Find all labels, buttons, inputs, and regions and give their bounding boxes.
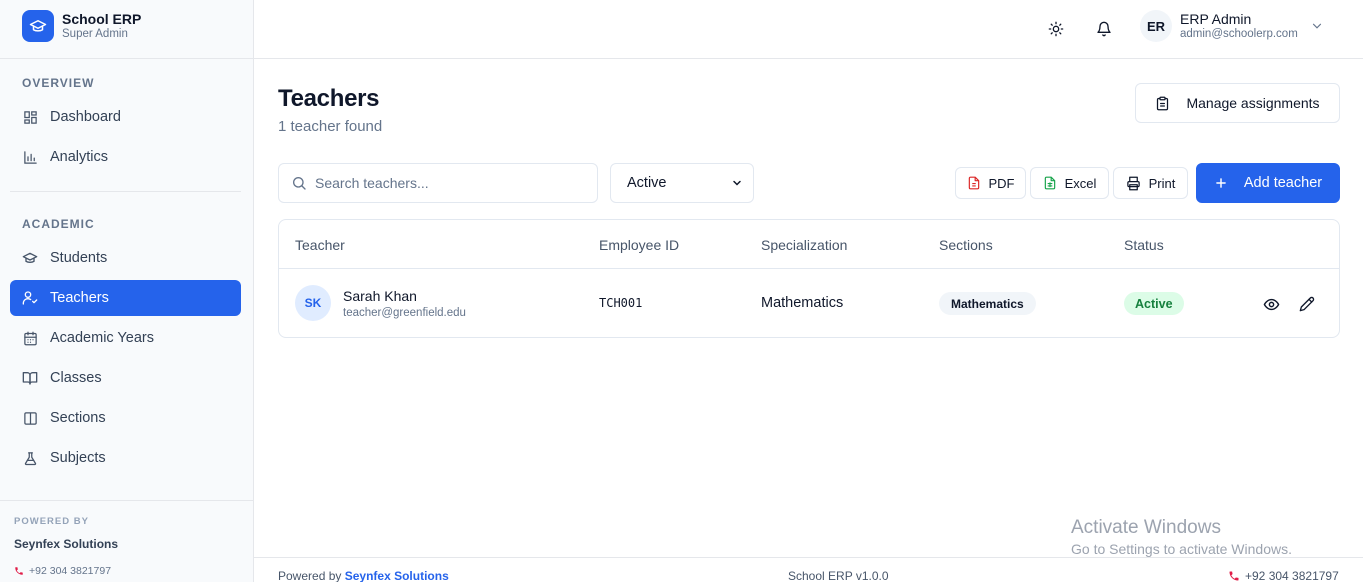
- section-label-overview: OVERVIEW: [22, 76, 95, 90]
- page-subtitle: 1 teacher found: [278, 118, 383, 135]
- user-name: ERP Admin: [1180, 10, 1252, 27]
- footer-company-link[interactable]: Seynfex Solutions: [345, 569, 449, 582]
- export-pdf-button[interactable]: PDF: [955, 167, 1026, 199]
- brand-subtitle: Super Admin: [62, 27, 128, 40]
- page-title: Teachers: [278, 85, 380, 112]
- columns-icon: [22, 410, 38, 426]
- column-header-employee-id[interactable]: Employee ID: [599, 237, 679, 253]
- user-menu[interactable]: ER ERP Admin admin@schoolerp.com: [1140, 10, 1324, 42]
- status-badge: Active: [1124, 292, 1184, 315]
- employee-id: TCH001: [599, 296, 643, 310]
- activate-windows-watermark: Activate Windows Go to Settings to activ…: [1071, 518, 1292, 556]
- column-header-teacher[interactable]: Teacher: [295, 237, 345, 253]
- chevron-down-icon: [731, 177, 743, 189]
- user-check-icon: [22, 290, 38, 306]
- view-eye-icon[interactable]: [1260, 293, 1282, 315]
- sidebar-item-sections[interactable]: Sections: [10, 400, 241, 436]
- edit-pencil-icon[interactable]: [1296, 293, 1318, 315]
- sidebar-item-label: Analytics: [50, 149, 109, 165]
- user-email: admin@schoolerp.com: [1180, 27, 1298, 40]
- print-label: Print: [1148, 175, 1176, 191]
- add-teacher-button[interactable]: Add teacher: [1196, 163, 1340, 203]
- bar-chart-icon: [22, 149, 38, 165]
- print-button[interactable]: Print: [1113, 167, 1188, 199]
- search-icon: [291, 175, 307, 191]
- chevron-down-icon: [1310, 19, 1324, 33]
- powered-by-label: POWERED BY: [14, 516, 89, 527]
- teacher-email: teacher@greenfield.edu: [343, 307, 466, 319]
- section-chip: Mathematics: [939, 292, 1036, 315]
- sidebar-item-label: Academic Years: [50, 330, 154, 346]
- export-pdf-label: PDF: [988, 175, 1015, 191]
- file-spreadsheet-icon: [1043, 176, 1057, 190]
- export-excel-button[interactable]: Excel: [1030, 167, 1109, 199]
- contact-phone-text: +92 304 3821797: [29, 565, 112, 577]
- sidebar: School ERP Super Admin OVERVIEW Dashboar…: [0, 0, 254, 582]
- divider: [0, 58, 254, 59]
- footer-powered-prefix: Powered by: [278, 569, 342, 582]
- manage-assignments-label: Manage assignments: [1186, 95, 1320, 111]
- sidebar-item-academic-years[interactable]: Academic Years: [10, 320, 241, 356]
- sidebar-footer: POWERED BY Seynfex Solutions +92 304 382…: [0, 500, 254, 582]
- sidebar-item-label: Sections: [50, 410, 106, 426]
- avatar: ER: [1140, 10, 1172, 42]
- column-header-sections[interactable]: Sections: [939, 237, 993, 253]
- manage-assignments-button[interactable]: Manage assignments: [1135, 83, 1340, 123]
- search-box[interactable]: [278, 163, 598, 203]
- sidebar-item-dashboard[interactable]: Dashboard: [10, 99, 241, 135]
- sidebar-item-students[interactable]: Students: [10, 240, 241, 276]
- powered-by-company: Seynfex Solutions: [14, 537, 119, 551]
- search-input[interactable]: [315, 175, 585, 191]
- sidebar-item-label: Classes: [50, 370, 102, 386]
- printer-icon: [1126, 176, 1141, 191]
- export-excel-label: Excel: [1064, 175, 1097, 191]
- footer-version: School ERP v1.0.0: [788, 569, 889, 582]
- footer-powered-by: Powered by Seynfex Solutions: [278, 569, 449, 582]
- brand-title: School ERP: [62, 10, 142, 27]
- status-filter-select[interactable]: Active: [610, 163, 754, 203]
- brand[interactable]: School ERP Super Admin: [22, 10, 141, 42]
- teachers-table: Teacher Employee ID Specialization Secti…: [278, 219, 1340, 338]
- graduation-cap-icon: [22, 250, 38, 266]
- sidebar-item-classes[interactable]: Classes: [10, 360, 241, 396]
- add-teacher-label: Add teacher: [1243, 175, 1323, 191]
- avatar: SK: [295, 285, 331, 321]
- specialization: Mathematics: [761, 295, 844, 311]
- footer-phone: +92 304 3821797: [1228, 569, 1339, 582]
- graduation-cap-logo-icon: [22, 10, 54, 42]
- footer-phone-text: +92 304 3821797: [1245, 569, 1339, 582]
- topbar: ER ERP Admin admin@schoolerp.com: [254, 0, 1363, 59]
- clipboard-icon: [1155, 96, 1170, 111]
- sidebar-item-analytics[interactable]: Analytics: [10, 139, 241, 175]
- watermark-title: Activate Windows: [1071, 517, 1221, 538]
- watermark-subtitle: Go to Settings to activate Windows.: [1071, 541, 1292, 557]
- sidebar-item-label: Students: [50, 250, 108, 266]
- flask-icon: [22, 450, 38, 466]
- bell-icon[interactable]: [1092, 17, 1116, 41]
- column-header-specialization[interactable]: Specialization: [761, 237, 847, 253]
- divider: [10, 191, 241, 192]
- column-header-status[interactable]: Status: [1124, 237, 1164, 253]
- phone-icon: [1228, 570, 1240, 582]
- teacher-name: Sarah Khan: [343, 288, 417, 304]
- plus-icon: [1214, 176, 1228, 190]
- sidebar-item-teachers[interactable]: Teachers: [10, 280, 241, 316]
- sidebar-item-label: Teachers: [50, 290, 109, 306]
- phone-icon: [14, 566, 24, 576]
- page-footer: Powered by Seynfex Solutions School ERP …: [254, 557, 1363, 582]
- theme-toggle-sun-icon[interactable]: [1044, 17, 1068, 41]
- dashboard-icon: [22, 109, 38, 125]
- status-filter-value: Active: [627, 175, 667, 191]
- book-open-icon: [22, 370, 38, 386]
- sidebar-item-label: Dashboard: [50, 109, 121, 125]
- sidebar-item-subjects[interactable]: Subjects: [10, 440, 241, 476]
- section-label-academic: ACADEMIC: [22, 217, 95, 231]
- contact-phone: +92 304 3821797: [14, 565, 111, 577]
- sidebar-item-label: Subjects: [50, 450, 106, 466]
- file-pdf-icon: [967, 176, 981, 190]
- calendar-icon: [22, 330, 38, 346]
- divider: [279, 268, 1339, 269]
